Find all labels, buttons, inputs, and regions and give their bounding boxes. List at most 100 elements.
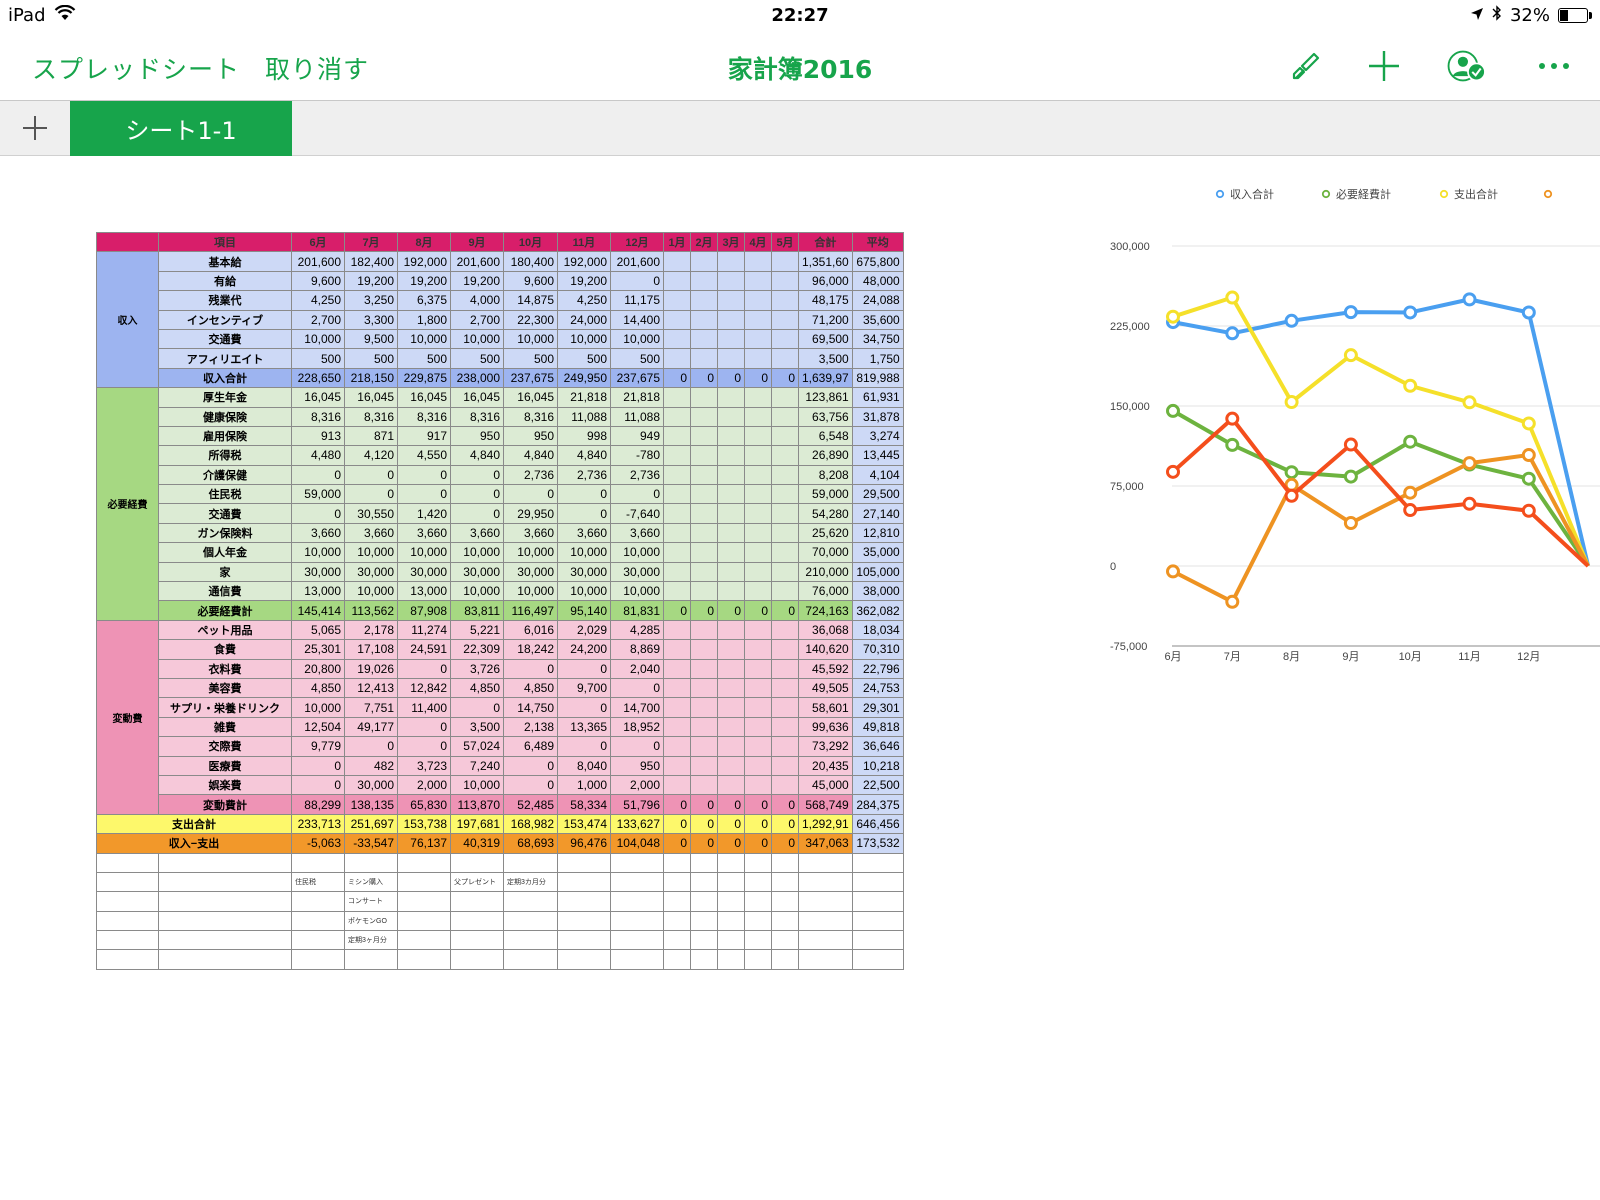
value-cell[interactable]: 76,000: [798, 581, 853, 602]
value-cell[interactable]: 10,000: [557, 328, 611, 350]
value-cell[interactable]: 10,000: [291, 697, 345, 718]
value-cell[interactable]: 0: [610, 677, 664, 699]
value-cell[interactable]: 0: [744, 833, 772, 854]
value-cell[interactable]: [717, 251, 745, 272]
value-cell[interactable]: [690, 697, 718, 718]
value-cell[interactable]: 12,413: [344, 677, 398, 699]
item-label-cell[interactable]: 衣料費: [158, 658, 292, 679]
value-cell[interactable]: 30,000: [344, 774, 398, 796]
value-cell[interactable]: 16,045: [397, 387, 451, 408]
value-cell[interactable]: 10,000: [610, 542, 664, 563]
value-cell[interactable]: 0: [663, 600, 691, 621]
note-cell[interactable]: [557, 949, 611, 970]
value-cell[interactable]: [717, 561, 745, 583]
value-cell[interactable]: 8,316: [344, 406, 398, 427]
value-cell[interactable]: 8,869: [610, 639, 664, 660]
value-cell[interactable]: 19,200: [397, 270, 451, 292]
value-cell[interactable]: 347,063: [798, 833, 853, 854]
value-cell[interactable]: [744, 755, 772, 776]
value-cell[interactable]: 71,200: [798, 309, 853, 330]
value-cell[interactable]: 29,301: [851, 697, 904, 718]
value-cell[interactable]: 0: [450, 484, 504, 505]
value-cell[interactable]: 0: [610, 736, 664, 757]
value-cell[interactable]: 0: [771, 794, 799, 815]
value-cell[interactable]: [717, 464, 745, 486]
value-cell[interactable]: 36,646: [851, 736, 904, 757]
value-cell[interactable]: 500: [450, 348, 504, 369]
value-cell[interactable]: 0: [344, 484, 398, 505]
empty-cell[interactable]: [771, 949, 799, 970]
value-cell[interactable]: 61,931: [851, 387, 904, 408]
value-cell[interactable]: [717, 619, 745, 641]
value-cell[interactable]: 11,274: [397, 619, 451, 641]
value-cell[interactable]: [663, 503, 691, 524]
item-label-cell[interactable]: 変動費計: [158, 794, 292, 815]
header-cell[interactable]: 5月: [771, 231, 799, 253]
note-cell[interactable]: [450, 930, 504, 951]
note-cell[interactable]: ミシン購入: [344, 871, 398, 893]
item-label-cell[interactable]: 健康保険: [158, 406, 292, 427]
value-cell[interactable]: [717, 677, 745, 699]
data-point[interactable]: [1225, 326, 1240, 341]
item-label-cell[interactable]: 通信費: [158, 581, 292, 602]
value-cell[interactable]: [744, 774, 772, 796]
value-cell[interactable]: 30,000: [397, 561, 451, 583]
note-cell[interactable]: [397, 891, 451, 912]
value-cell[interactable]: 18,242: [503, 639, 558, 660]
item-label-cell[interactable]: 娯楽費: [158, 774, 292, 796]
value-cell[interactable]: 12,842: [397, 677, 451, 699]
value-cell[interactable]: 1,639,97: [798, 367, 853, 389]
note-cell[interactable]: [610, 871, 664, 893]
value-cell[interactable]: 8,316: [397, 406, 451, 427]
empty-cell[interactable]: [663, 910, 691, 932]
value-cell[interactable]: [771, 309, 799, 330]
value-cell[interactable]: 0: [717, 794, 745, 815]
empty-cell[interactable]: [96, 891, 159, 912]
value-cell[interactable]: 22,500: [851, 774, 904, 796]
value-cell[interactable]: 0: [610, 270, 664, 292]
value-cell[interactable]: 228,650: [291, 367, 345, 389]
value-cell[interactable]: 949: [610, 425, 664, 447]
value-cell[interactable]: 168,982: [503, 813, 558, 835]
value-cell[interactable]: 1,351,60: [798, 251, 853, 272]
empty-cell[interactable]: [744, 949, 772, 970]
note-cell[interactable]: [503, 891, 558, 912]
value-cell[interactable]: 500: [503, 348, 558, 369]
value-cell[interactable]: 6,375: [397, 290, 451, 311]
value-cell[interactable]: [717, 348, 745, 369]
data-point[interactable]: [1343, 515, 1358, 530]
empty-cell[interactable]: [717, 852, 745, 873]
value-cell[interactable]: [717, 697, 745, 718]
value-cell[interactable]: 2,736: [610, 464, 664, 486]
value-cell[interactable]: [690, 328, 718, 350]
value-cell[interactable]: 30,000: [291, 561, 345, 583]
value-cell[interactable]: 145,414: [291, 600, 345, 621]
value-cell[interactable]: [663, 774, 691, 796]
value-cell[interactable]: 116,497: [503, 600, 558, 621]
item-label-cell[interactable]: ペット用品: [158, 619, 292, 641]
value-cell[interactable]: [690, 774, 718, 796]
value-cell[interactable]: 0: [663, 367, 691, 389]
value-cell[interactable]: 20,435: [798, 755, 853, 776]
value-cell[interactable]: 70,310: [851, 639, 904, 660]
value-cell[interactable]: [771, 251, 799, 272]
value-cell[interactable]: 54,280: [798, 503, 853, 524]
value-cell[interactable]: 201,600: [450, 251, 504, 272]
data-point[interactable]: [1462, 292, 1477, 307]
value-cell[interactable]: 0: [663, 813, 691, 835]
empty-cell[interactable]: [690, 910, 718, 932]
note-cell[interactable]: [291, 949, 345, 970]
empty-cell[interactable]: [771, 852, 799, 873]
value-cell[interactable]: 9,500: [344, 328, 398, 350]
item-label-cell[interactable]: 雇用保険: [158, 425, 292, 447]
value-cell[interactable]: 29,950: [503, 503, 558, 524]
value-cell[interactable]: 12,504: [291, 716, 345, 738]
value-cell[interactable]: 950: [450, 425, 504, 447]
empty-cell[interactable]: [771, 871, 799, 893]
value-cell[interactable]: 19,026: [344, 658, 398, 679]
add-icon[interactable]: [1362, 44, 1406, 88]
add-sheet-button[interactable]: [0, 101, 71, 155]
item-label-cell[interactable]: 基本給: [158, 251, 292, 272]
value-cell[interactable]: 7,240: [450, 755, 504, 776]
note-cell[interactable]: [610, 949, 664, 970]
